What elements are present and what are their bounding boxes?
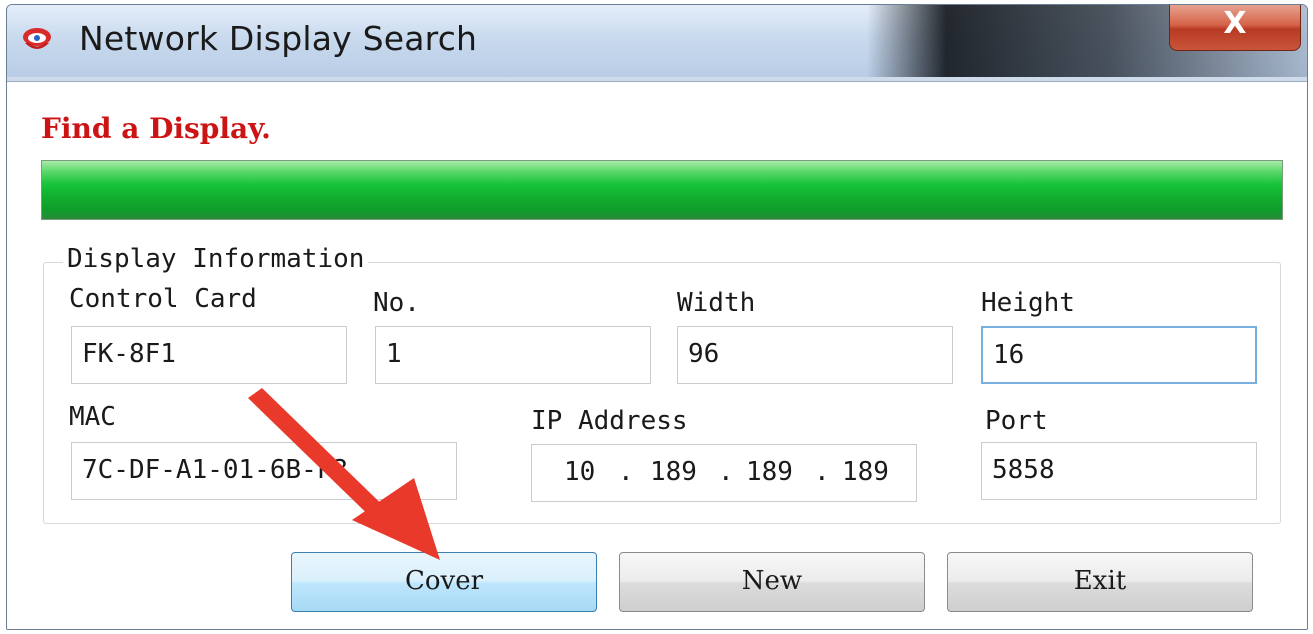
port-label: Port xyxy=(985,406,1048,436)
ip-octet-4[interactable]: 189 xyxy=(842,457,889,487)
dialog-body: Find a Display. Display Information Cont… xyxy=(7,81,1307,629)
height-label: Height xyxy=(981,288,1075,318)
width-label: Width xyxy=(677,288,756,318)
no-label: No. xyxy=(373,288,420,318)
height-field[interactable]: 16 xyxy=(981,326,1257,384)
mac-field[interactable]: 7C-DF-A1-01-6B-F3 xyxy=(71,442,457,500)
ip-separator-2: . xyxy=(718,457,734,487)
app-logo-icon xyxy=(23,28,51,49)
control-card-field[interactable]: FK-8F1 xyxy=(71,326,347,384)
ip-octet-3[interactable]: 189 xyxy=(746,457,793,487)
ip-separator-1: . xyxy=(618,457,634,487)
cover-button[interactable]: Cover xyxy=(291,552,597,612)
group-title: Display Information xyxy=(63,244,369,274)
ip-address-field[interactable]: 10 . 189 . 189 . 189 xyxy=(531,444,917,502)
ip-octet-2[interactable]: 189 xyxy=(650,457,697,487)
title-bar[interactable]: Network Display Search X xyxy=(7,5,1307,77)
status-message: Find a Display. xyxy=(41,112,271,145)
window-title: Network Display Search xyxy=(79,19,478,58)
no-field[interactable]: 1 xyxy=(375,326,651,384)
close-icon: X xyxy=(1223,6,1247,41)
ip-octet-1[interactable]: 10 xyxy=(564,457,595,487)
network-display-search-window: Network Display Search X Find a Display.… xyxy=(6,4,1308,630)
close-button[interactable]: X xyxy=(1169,5,1301,51)
exit-button[interactable]: Exit xyxy=(947,552,1253,612)
port-field[interactable]: 5858 xyxy=(981,442,1257,500)
mac-label: MAC xyxy=(69,402,116,432)
width-field[interactable]: 96 xyxy=(677,326,953,384)
new-button[interactable]: New xyxy=(619,552,925,612)
control-card-label: Control Card xyxy=(69,284,257,314)
search-progress-bar xyxy=(41,160,1283,220)
ip-separator-3: . xyxy=(814,457,830,487)
ip-address-label: IP Address xyxy=(531,406,688,436)
